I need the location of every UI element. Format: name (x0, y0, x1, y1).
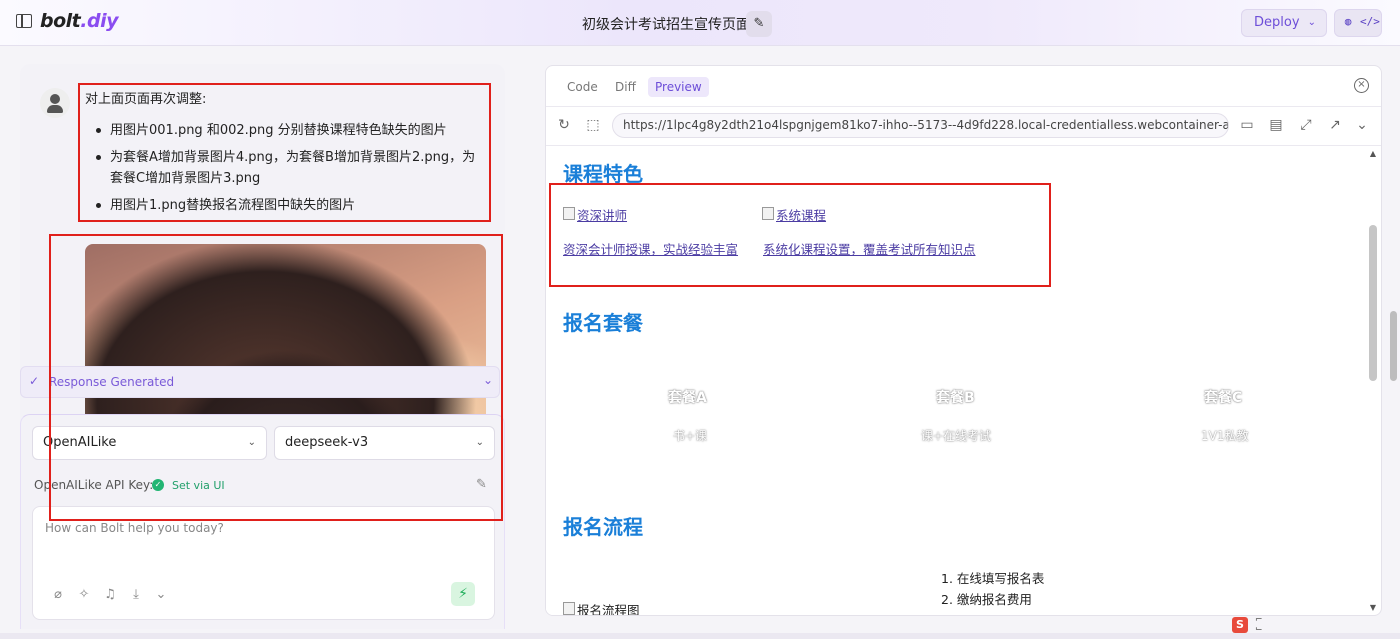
broken-image-process: 报名流程图 (563, 600, 640, 615)
tab-diff[interactable]: Diff (608, 77, 643, 97)
list-item: 1. 在线填写报名表 (941, 571, 1045, 586)
view-toggle-group: ◍ </> (1334, 9, 1382, 37)
list-item: 2. 缴纳报名费用 (941, 592, 1032, 607)
address-bar-row: ↻ ⬚ https://1lpc4g8y2dth21o4lspgnjgem81k… (546, 107, 1381, 146)
scrollbar-thumb[interactable] (1390, 311, 1397, 381)
taskbar (0, 633, 1400, 639)
device-icon[interactable]: ▭ (1238, 116, 1256, 134)
close-icon[interactable]: × (1354, 78, 1369, 93)
check-icon: ✓ (29, 374, 40, 388)
chat-toggle-icon[interactable]: ◍ (1339, 15, 1357, 31)
ime-settings-icon[interactable]: ⌐ ⌙ (1255, 616, 1263, 634)
pencil-icon: ✎ (753, 16, 765, 31)
layout-icon[interactable]: ▤ (1267, 116, 1285, 134)
top-header: bolt.diy 初级会计考试招生宣传页面 ✎ Deploy ⌄ ◍ </> (0, 0, 1400, 46)
package-a-name: 套餐A (668, 390, 707, 406)
page-scrollbar[interactable] (1387, 46, 1400, 636)
send-button[interactable]: ⚡ (451, 582, 475, 606)
process-steps: 1. 在线填写报名表 2. 缴纳报名费用 (941, 568, 1044, 610)
annotation-box (549, 183, 1051, 287)
package-b-desc: 课+在线考试 (921, 429, 992, 443)
package-b-name: 套餐B (936, 390, 975, 406)
select-element-icon[interactable]: ⬚ (584, 116, 602, 134)
project-title: 初级会计考试招生宣传页面 (582, 17, 750, 33)
prompt-placeholder: How can Bolt help you today? (45, 521, 224, 535)
tab-preview[interactable]: Preview (648, 77, 709, 97)
ime-icon[interactable]: S (1232, 617, 1248, 633)
code-toggle-icon[interactable]: </> (1360, 15, 1380, 31)
package-a-desc: 书+课 (673, 429, 708, 443)
workbench-tabs: Code Diff Preview × (546, 66, 1381, 107)
process-title: 报名流程 (563, 515, 643, 539)
open-external-icon[interactable]: ↗ (1326, 116, 1344, 134)
download-icon[interactable]: ⤓ (127, 586, 145, 604)
preview-panel: Code Diff Preview × ↻ ⬚ https://1lpc4g8y… (545, 65, 1382, 616)
sidebar-toggle-icon[interactable] (16, 14, 32, 28)
package-c-name: 套餐C (1204, 390, 1243, 406)
scrollbar-thumb[interactable] (1369, 225, 1377, 381)
annotation-box (49, 234, 503, 521)
preview-scrollbar[interactable]: ▲ ▼ (1367, 147, 1379, 615)
chevron-down-icon[interactable]: ⌄ (1353, 116, 1371, 134)
url-input[interactable]: https://1lpc4g8y2dth21o4lspgnjgem81ko7-i… (612, 113, 1229, 138)
chevron-down-icon: ⌄ (1307, 17, 1316, 28)
scroll-down-icon[interactable]: ▼ (1367, 603, 1379, 612)
tab-code[interactable]: Code (560, 77, 605, 97)
annotation-box (78, 83, 491, 222)
prompt-input[interactable]: How can Bolt help you today? ⌀ ✧ ♫ ⤓ ⌄ ⚡ (32, 506, 495, 620)
deploy-button[interactable]: Deploy ⌄ (1241, 9, 1327, 37)
paperclip-icon[interactable]: ⌀ (49, 586, 67, 604)
package-c-desc: 1V1私教 (1201, 429, 1249, 443)
edit-title-button[interactable]: ✎ (746, 11, 772, 37)
user-avatar-icon (40, 88, 70, 118)
chevron-down-icon[interactable]: ⌄ (152, 586, 170, 604)
microphone-icon[interactable]: ♫ (101, 586, 119, 604)
app-logo[interactable]: bolt.diy (40, 10, 118, 32)
packages-title: 报名套餐 (563, 311, 643, 335)
reload-icon[interactable]: ↻ (555, 116, 573, 134)
fullscreen-icon[interactable]: ⤢ (1297, 116, 1315, 134)
sparkle-icon[interactable]: ✧ (75, 586, 93, 604)
scroll-up-icon[interactable]: ▲ (1367, 149, 1379, 158)
